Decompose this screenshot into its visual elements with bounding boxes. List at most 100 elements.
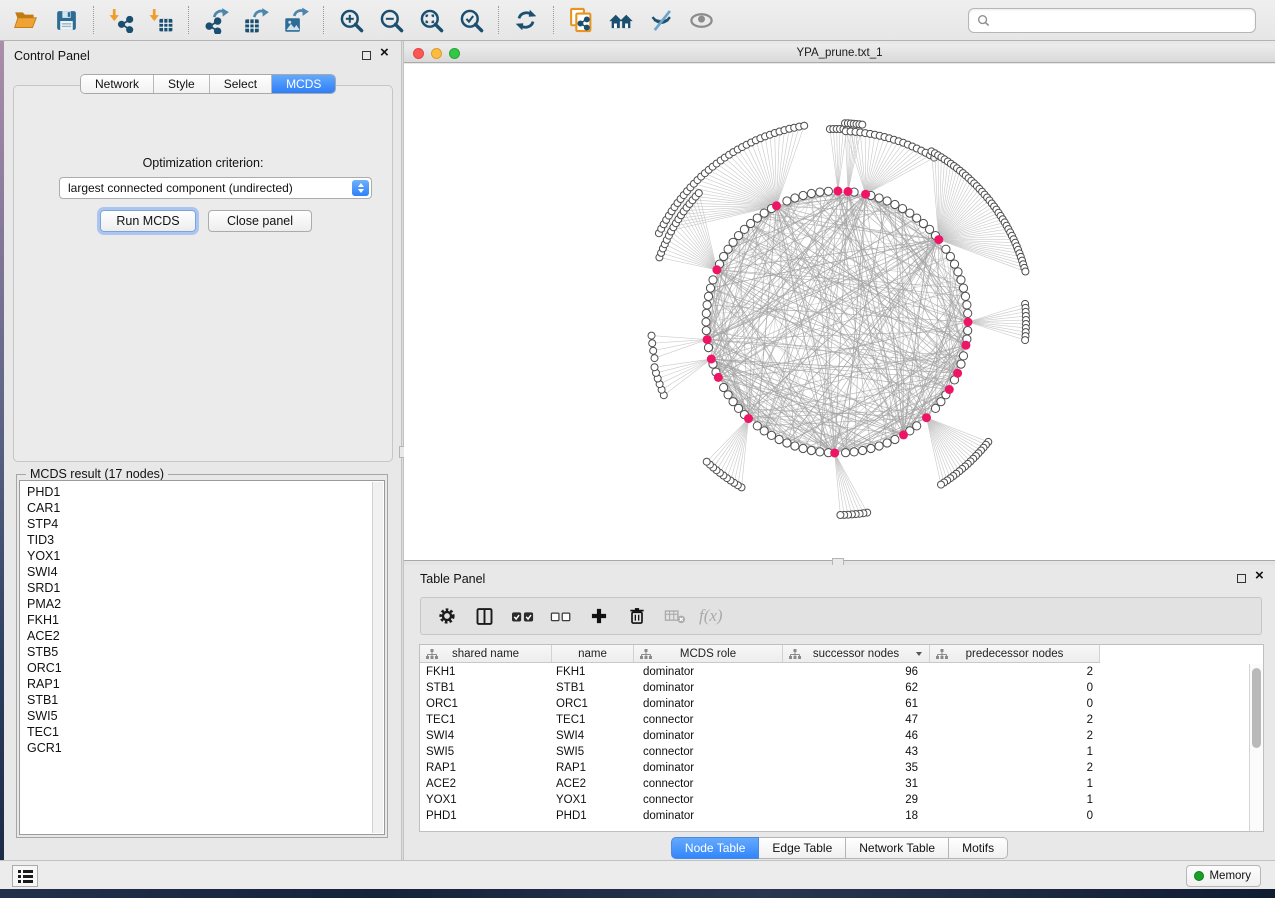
graph-node[interactable] bbox=[807, 189, 815, 197]
graph-node[interactable] bbox=[783, 439, 791, 447]
table-cell[interactable]: 35 bbox=[783, 760, 930, 776]
table-cell[interactable]: connector bbox=[634, 792, 783, 808]
table-cell[interactable]: 46 bbox=[783, 728, 930, 744]
table-cell[interactable]: 62 bbox=[783, 680, 930, 696]
table-cell[interactable]: 29 bbox=[783, 792, 930, 808]
table-row[interactable]: SWI4SWI4dominator462 bbox=[420, 728, 1248, 744]
table-cell[interactable]: RAP1 bbox=[552, 760, 634, 776]
graph-node[interactable] bbox=[702, 309, 710, 317]
import-network-icon[interactable] bbox=[101, 3, 141, 37]
first-neighbors-icon[interactable] bbox=[601, 3, 641, 37]
table-cell[interactable]: 0 bbox=[930, 680, 1100, 696]
open-file-icon[interactable] bbox=[6, 3, 46, 37]
table-scrollbar-track[interactable] bbox=[1249, 664, 1263, 831]
graph-node[interactable] bbox=[767, 431, 775, 439]
table-cell[interactable]: 47 bbox=[783, 712, 930, 728]
mcds-result-item[interactable]: RAP1 bbox=[20, 676, 384, 692]
table-cell[interactable]: dominator bbox=[634, 728, 783, 744]
graph-node[interactable] bbox=[816, 448, 824, 456]
table-row[interactable]: RAP1RAP1dominator352 bbox=[420, 760, 1248, 776]
graph-node[interactable] bbox=[867, 444, 875, 452]
graph-node[interactable] bbox=[883, 197, 891, 205]
network-graph[interactable] bbox=[404, 64, 1275, 561]
run-mcds-button[interactable]: Run MCDS bbox=[100, 210, 196, 232]
graph-satellite-node[interactable] bbox=[648, 332, 655, 339]
graph-node[interactable] bbox=[891, 435, 899, 443]
graph-mcds-hub-node[interactable] bbox=[714, 373, 723, 382]
delete-table-icon[interactable] bbox=[659, 601, 690, 631]
table-cell[interactable]: 1 bbox=[930, 744, 1100, 760]
table-cell[interactable]: SWI4 bbox=[420, 728, 552, 744]
task-history-button[interactable] bbox=[12, 865, 38, 887]
mcds-result-item[interactable]: SRD1 bbox=[20, 580, 384, 596]
graph-node[interactable] bbox=[957, 276, 965, 284]
table-cell[interactable]: 0 bbox=[930, 808, 1100, 824]
table-cell[interactable]: dominator bbox=[634, 808, 783, 824]
tab-node-table[interactable]: Node Table bbox=[671, 837, 760, 859]
save-session-icon[interactable] bbox=[46, 3, 86, 37]
table-cell[interactable]: 43 bbox=[783, 744, 930, 760]
zoom-selected-icon[interactable] bbox=[451, 3, 491, 37]
graph-satellite-node[interactable] bbox=[703, 458, 710, 465]
graph-node[interactable] bbox=[709, 276, 717, 284]
deselect-all-columns-icon[interactable] bbox=[545, 601, 576, 631]
table-cell[interactable]: STB1 bbox=[552, 680, 634, 696]
table-row[interactable]: TEC1TEC1connector472 bbox=[420, 712, 1248, 728]
graph-mcds-hub-node[interactable] bbox=[964, 318, 973, 327]
column-header-shared-name[interactable]: shared name bbox=[420, 645, 552, 662]
graph-mcds-hub-node[interactable] bbox=[922, 413, 931, 422]
table-cell[interactable]: 61 bbox=[783, 696, 930, 712]
export-network-icon[interactable] bbox=[196, 3, 236, 37]
graph-node[interactable] bbox=[720, 252, 728, 260]
mcds-result-item[interactable]: SWI5 bbox=[20, 708, 384, 724]
graph-node[interactable] bbox=[898, 205, 906, 213]
graph-node[interactable] bbox=[959, 284, 967, 292]
table-cell[interactable]: FKH1 bbox=[552, 664, 634, 680]
graph-node[interactable] bbox=[816, 188, 824, 196]
graph-node[interactable] bbox=[875, 194, 883, 202]
table-scrollbar-thumb[interactable] bbox=[1252, 668, 1261, 748]
graph-node[interactable] bbox=[964, 327, 972, 335]
graph-node[interactable] bbox=[760, 209, 768, 217]
close-panel-icon[interactable]: × bbox=[380, 44, 389, 62]
graph-mcds-hub-node[interactable] bbox=[861, 190, 870, 199]
table-cell[interactable]: ORC1 bbox=[420, 696, 552, 712]
table-cell[interactable]: ORC1 bbox=[552, 696, 634, 712]
graph-mcds-hub-node[interactable] bbox=[772, 201, 781, 210]
table-cell[interactable]: ACE2 bbox=[552, 776, 634, 792]
table-row[interactable]: SWI5SWI5connector431 bbox=[420, 744, 1248, 760]
graph-satellite-node[interactable] bbox=[859, 121, 866, 128]
graph-node[interactable] bbox=[891, 200, 899, 208]
graph-node[interactable] bbox=[946, 252, 954, 260]
graph-node[interactable] bbox=[791, 442, 799, 450]
table-cell[interactable]: 1 bbox=[930, 776, 1100, 792]
column-header-predecessor-nodes[interactable]: predecessor nodes bbox=[930, 645, 1100, 662]
mcds-result-item[interactable]: GCR1 bbox=[20, 740, 384, 756]
table-settings-gear-icon[interactable] bbox=[431, 601, 462, 631]
graph-node[interactable] bbox=[799, 444, 807, 452]
table-cell[interactable]: 2 bbox=[930, 760, 1100, 776]
graph-node[interactable] bbox=[859, 446, 867, 454]
graph-satellite-node[interactable] bbox=[938, 481, 945, 488]
float-panel-icon[interactable] bbox=[362, 51, 371, 60]
table-cell[interactable]: RAP1 bbox=[420, 760, 552, 776]
tab-mcds[interactable]: MCDS bbox=[272, 75, 335, 93]
table-cell[interactable]: 0 bbox=[930, 696, 1100, 712]
table-row[interactable]: YOX1YOX1connector291 bbox=[420, 792, 1248, 808]
table-cell[interactable]: ACE2 bbox=[420, 776, 552, 792]
graph-mcds-hub-node[interactable] bbox=[945, 385, 954, 394]
mcds-result-item[interactable]: STB1 bbox=[20, 692, 384, 708]
tab-edge-table[interactable]: Edge Table bbox=[759, 837, 846, 859]
graph-satellite-node[interactable] bbox=[1022, 268, 1029, 275]
add-column-icon[interactable] bbox=[583, 601, 614, 631]
optimization-criterion-dropdown[interactable]: largest connected component (undirected) bbox=[59, 177, 372, 199]
table-row[interactable]: PHD1PHD1dominator180 bbox=[420, 808, 1248, 824]
graph-node[interactable] bbox=[931, 404, 939, 412]
zoom-fit-icon[interactable] bbox=[411, 3, 451, 37]
graph-node[interactable] bbox=[883, 439, 891, 447]
export-image-icon[interactable] bbox=[276, 3, 316, 37]
table-cell[interactable]: connector bbox=[634, 776, 783, 792]
table-cell[interactable]: FKH1 bbox=[420, 664, 552, 680]
tab-motifs[interactable]: Motifs bbox=[949, 837, 1008, 859]
graph-satellite-node[interactable] bbox=[650, 347, 657, 354]
